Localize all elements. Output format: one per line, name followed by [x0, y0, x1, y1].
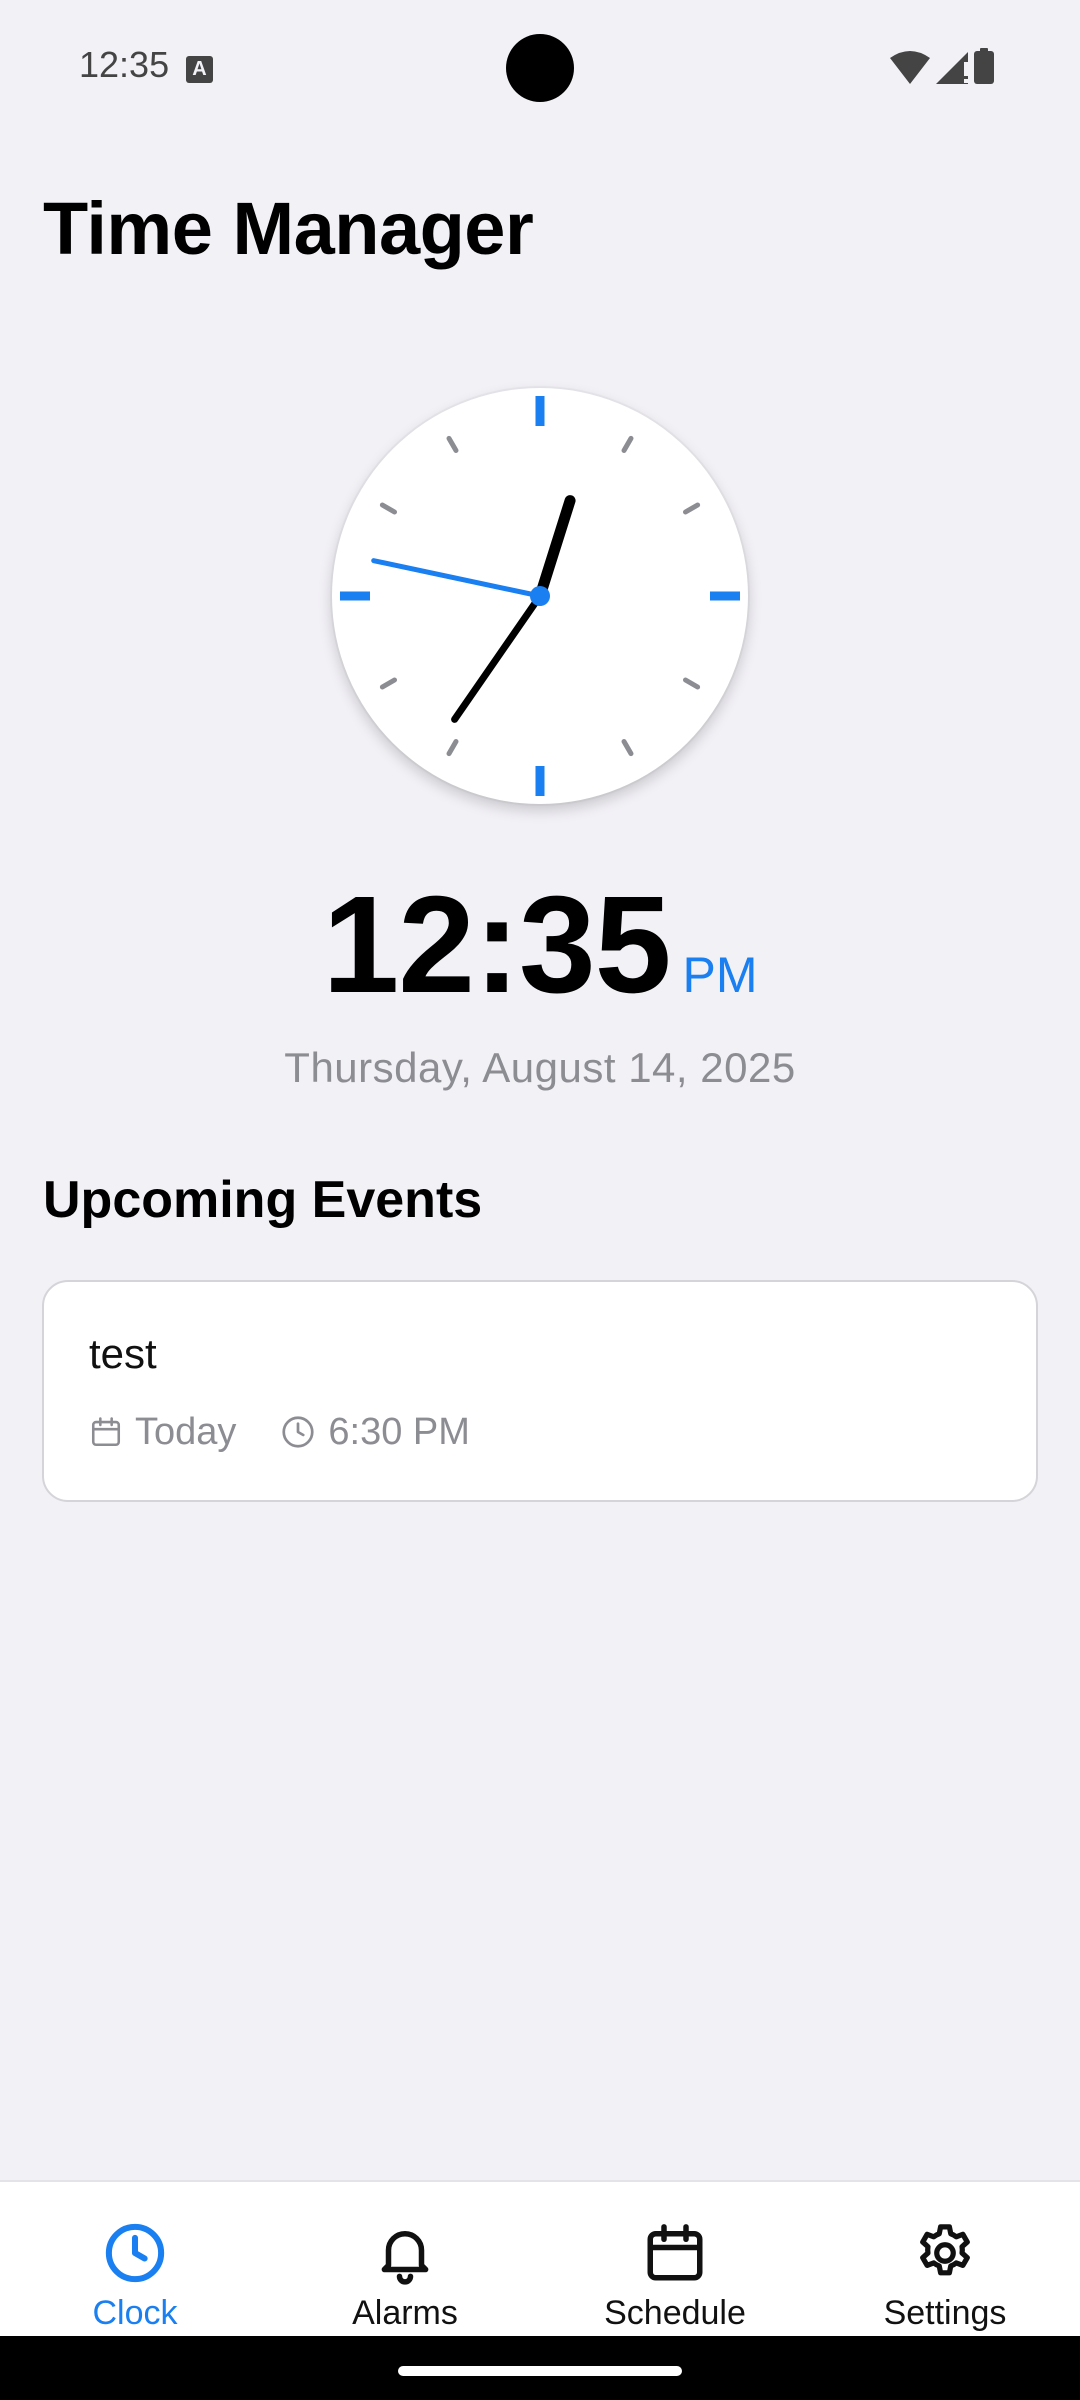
hour-hand — [534, 495, 576, 602]
analog-clock — [332, 388, 748, 804]
tab-schedule-label: Schedule — [604, 2294, 746, 2332]
home-indicator[interactable] — [398, 2366, 682, 2376]
hour-marker — [682, 677, 701, 690]
hour-marker — [446, 738, 459, 757]
tab-settings-label: Settings — [883, 2294, 1007, 2332]
tab-schedule[interactable]: Schedule — [540, 2182, 810, 2336]
tab-clock-label: Clock — [92, 2294, 178, 2332]
event-title: test — [89, 1330, 157, 1377]
event-time-label: 6:30 PM — [328, 1410, 470, 1453]
hour-marker — [621, 435, 634, 454]
signal-icon — [936, 52, 968, 84]
clock-small-icon — [282, 1416, 315, 1448]
calendar-icon — [647, 2224, 703, 2281]
clock-center-dot — [530, 586, 550, 606]
minute-hand — [451, 592, 544, 723]
bottom-tab-bar: Clock Alarms Schedule Settings — [0, 2180, 1080, 2336]
clock-icon — [105, 2223, 165, 2283]
calendar-icon — [91, 1417, 121, 1447]
page-title: Time Manager — [43, 187, 534, 270]
tab-alarms[interactable]: Alarms — [270, 2182, 540, 2336]
event-meta: Today 6:30 PM — [89, 1410, 514, 1454]
event-card[interactable]: test Today 6:30 PM — [42, 1280, 1038, 1502]
status-icons — [888, 48, 1006, 88]
time-period: PM — [682, 947, 758, 1003]
current-date: Thursday, August 14, 2025 — [284, 1044, 796, 1091]
camera-cutout — [506, 34, 574, 102]
hour-marker — [446, 435, 459, 454]
hour-marker — [621, 738, 634, 757]
event-time: 6:30 PM — [280, 1411, 470, 1454]
hour-marker — [379, 502, 398, 515]
tab-settings[interactable]: Settings — [810, 2182, 1080, 2336]
digital-time: 12:35 PM — [0, 866, 1080, 1025]
status-time: 12:35 — [79, 44, 170, 85]
wifi-icon — [890, 51, 930, 84]
digital-time-value: 12:35 — [322, 868, 672, 1022]
event-day: Today — [89, 1411, 236, 1454]
status-bar: 12:35 A — [0, 0, 1080, 136]
hour-marker — [379, 677, 398, 690]
text-a-icon: A — [186, 56, 213, 83]
upcoming-events-heading: Upcoming Events — [43, 1171, 483, 1229]
gear-icon — [920, 2224, 970, 2276]
bell-icon — [381, 2231, 429, 2285]
second-hand — [371, 558, 543, 599]
event-day-label: Today — [135, 1410, 237, 1453]
tab-clock[interactable]: Clock — [0, 2182, 270, 2336]
tab-alarms-label: Alarms — [352, 2294, 458, 2332]
battery-icon — [974, 48, 994, 84]
analog-clock-svg — [340, 396, 740, 796]
hour-marker — [682, 502, 701, 515]
